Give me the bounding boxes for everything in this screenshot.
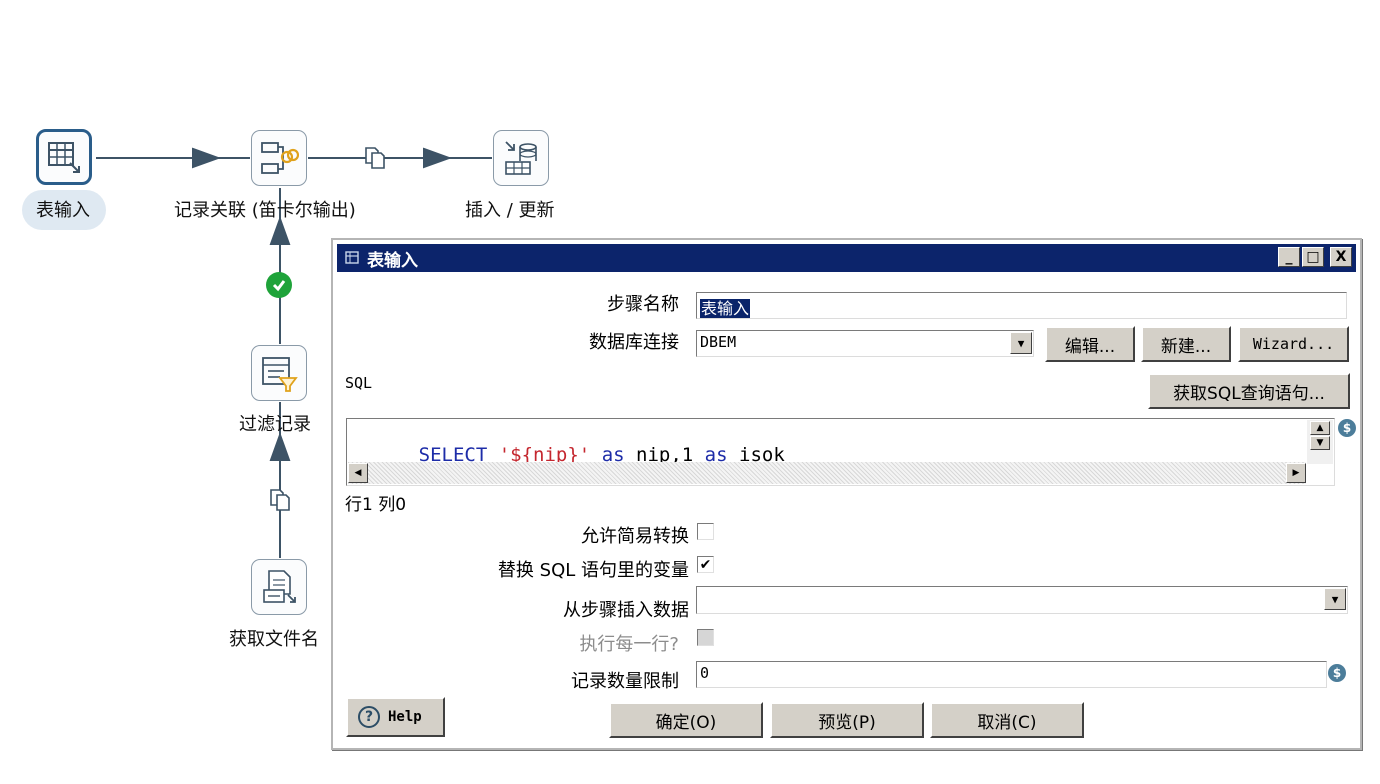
join-icon	[261, 142, 299, 174]
table-input-dialog: 表输入 _ □ X 步骤名称 表输入 数据库连接 DBEM ▼ 编辑... 新建…	[331, 238, 1362, 750]
copy-rows-icon	[270, 489, 290, 511]
new-connection-button[interactable]: 新建...	[1141, 326, 1231, 362]
horizontal-scrollbar[interactable]: ◀ ▶	[348, 462, 1306, 484]
step-name-input[interactable]: 表输入	[696, 292, 1347, 319]
edit-connection-button[interactable]: 编辑...	[1045, 326, 1135, 362]
chevron-down-icon[interactable]: ▼	[1010, 332, 1032, 354]
step-name-value: 表输入	[700, 299, 751, 318]
check-circle-icon	[266, 272, 292, 298]
sql-editor[interactable]: SELECT '${nip}' as nip,1 as isok ◀ ▶ ▲ ▼	[346, 418, 1335, 486]
step-label: 插入 / 更新	[465, 200, 555, 221]
ok-button[interactable]: 确定(O)	[609, 702, 763, 738]
lazy-conversion-label: 允许简易转换	[581, 526, 689, 547]
help-icon: ?	[358, 706, 380, 728]
step-join[interactable]	[251, 130, 307, 186]
execute-each-row-checkbox	[697, 629, 714, 646]
insert-from-step-label: 从步骤插入数据	[563, 600, 689, 621]
step-insert-update[interactable]	[493, 130, 549, 186]
table-input-icon	[48, 142, 80, 173]
minimize-button[interactable]: _	[1278, 247, 1300, 267]
scroll-right-icon[interactable]: ▶	[1286, 463, 1306, 483]
replace-variables-label: 替换 SQL 语句里的变量	[497, 560, 689, 581]
dialog-title: 表输入	[367, 250, 418, 271]
hop-arrow	[192, 147, 221, 169]
checkmark-icon: ✔	[699, 556, 712, 573]
help-button[interactable]: ? Help	[346, 697, 445, 737]
lazy-conversion-checkbox[interactable]	[697, 523, 714, 540]
table-input-icon	[345, 251, 359, 264]
dialog-titlebar[interactable]: 表输入 _ □ X	[337, 244, 1356, 272]
help-label: Help	[388, 709, 422, 725]
step-filter-rows[interactable]	[251, 345, 307, 401]
maximize-icon: □	[1306, 249, 1320, 265]
limit-label: 记录数量限制	[571, 671, 679, 692]
hop-arrow	[269, 216, 291, 245]
replace-variables-checkbox[interactable]: ✔	[697, 556, 714, 573]
limit-input[interactable]: 0	[696, 661, 1327, 688]
hop-arrow	[423, 147, 452, 169]
hop-arrow	[269, 432, 291, 461]
filter-rows-icon	[262, 357, 298, 392]
close-icon: X	[1335, 249, 1347, 265]
maximize-button[interactable]: □	[1302, 247, 1324, 267]
db-connection-select[interactable]: DBEM ▼	[696, 330, 1034, 357]
limit-value: 0	[700, 664, 710, 682]
sql-label: SQL	[345, 374, 373, 392]
get-sql-button[interactable]: 获取SQL查询语句...	[1148, 373, 1350, 409]
step-label: 记录关联 (笛卡尔输出)	[174, 200, 356, 221]
db-connection-value: DBEM	[700, 333, 737, 351]
insert-update-icon	[505, 141, 537, 175]
scroll-down-icon[interactable]: ▼	[1310, 436, 1330, 450]
insert-from-step-select[interactable]: ▼	[696, 586, 1348, 614]
wizard-button[interactable]: Wizard...	[1238, 326, 1349, 362]
close-button[interactable]: X	[1330, 247, 1352, 267]
get-filenames-icon	[263, 570, 296, 603]
scroll-up-icon[interactable]: ▲	[1310, 421, 1330, 435]
variable-icon: $	[1338, 419, 1356, 437]
scroll-left-icon[interactable]: ◀	[348, 463, 368, 483]
copy-rows-icon	[365, 147, 385, 169]
minimize-icon: _	[1285, 249, 1293, 265]
db-connection-label: 数据库连接	[589, 332, 679, 353]
cancel-button[interactable]: 取消(C)	[930, 702, 1084, 738]
cursor-position: 行1 列0	[345, 495, 407, 515]
step-label: 获取文件名	[229, 629, 319, 650]
step-get-filenames[interactable]	[251, 559, 307, 615]
step-name-label: 步骤名称	[607, 294, 679, 315]
execute-each-row-label: 执行每一行?	[579, 634, 679, 655]
step-label: 表输入	[36, 200, 90, 221]
preview-button[interactable]: 预览(P)	[770, 702, 924, 738]
step-table-input[interactable]	[36, 129, 92, 185]
step-label: 过滤记录	[239, 414, 311, 435]
vertical-scrollbar[interactable]: ▲ ▼	[1307, 420, 1333, 464]
chevron-down-icon[interactable]: ▼	[1324, 588, 1346, 610]
variable-icon: $	[1328, 664, 1346, 682]
